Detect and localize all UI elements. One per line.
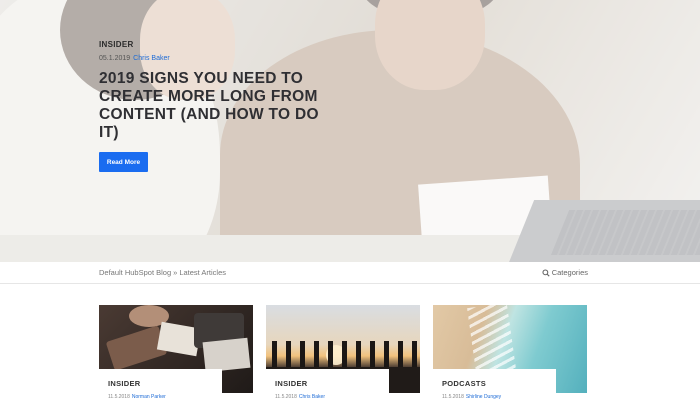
post-card-topic[interactable]: INSIDER: [108, 379, 222, 388]
hero-date: 05.1.2019: [99, 55, 131, 62]
breadcrumb: Default HubSpot Blog» Latest Articles: [99, 268, 226, 277]
breadcrumb-current: Latest Articles: [179, 268, 227, 277]
post-card-author-link[interactable]: Shirline Dungey: [466, 394, 501, 400]
hero-topic[interactable]: INSIDER: [99, 40, 339, 49]
hero-content: INSIDER 05.1.2019 Chris Baker 2019 SIGNS …: [99, 40, 339, 142]
post-card-topic[interactable]: INSIDER: [275, 379, 389, 388]
hero-meta: 05.1.2019 Chris Baker: [99, 55, 339, 62]
post-card-info: INSIDER 11.5.2018 Norman Parker: [99, 369, 222, 400]
post-card-date: 11.5.2018: [442, 394, 464, 400]
post-card[interactable]: PODCASTS 11.5.2018 Shirline Dungey: [433, 305, 587, 400]
post-card[interactable]: INSIDER 11.5.2018 Norman Parker: [99, 305, 253, 400]
post-card[interactable]: INSIDER 11.5.2018 Chris Baker: [266, 305, 420, 400]
post-card-meta: 11.5.2018 Chris Baker: [275, 394, 389, 400]
post-card-date: 11.5.2018: [275, 394, 297, 400]
read-more-button[interactable]: Read More: [99, 152, 148, 172]
hero-title[interactable]: 2019 SIGNS YOU NEED TO CREATE MORE LONG …: [99, 70, 339, 142]
post-card-topic[interactable]: PODCASTS: [442, 379, 556, 388]
breadcrumb-separator: »: [173, 268, 178, 277]
categories-toggle[interactable]: Categories: [542, 268, 588, 277]
post-card-meta: 11.5.2018 Norman Parker: [108, 394, 222, 400]
post-card-info: INSIDER 11.5.2018 Chris Baker: [266, 369, 389, 400]
breadcrumb-blog-link[interactable]: Default HubSpot Blog: [99, 268, 171, 277]
post-card-info: PODCASTS 11.5.2018 Shirline Dungey: [433, 369, 556, 400]
post-card-author-link[interactable]: Norman Parker: [132, 394, 166, 400]
post-card-date: 11.5.2018: [108, 394, 130, 400]
search-icon: [542, 268, 550, 277]
hero-author-link[interactable]: Chris Baker: [133, 55, 170, 62]
post-card-author-link[interactable]: Chris Baker: [299, 394, 325, 400]
blog-subbar: Default HubSpot Blog» Latest Articles Cat…: [0, 262, 700, 284]
categories-label: Categories: [551, 268, 588, 277]
post-card-meta: 11.5.2018 Shirline Dungey: [442, 394, 556, 400]
